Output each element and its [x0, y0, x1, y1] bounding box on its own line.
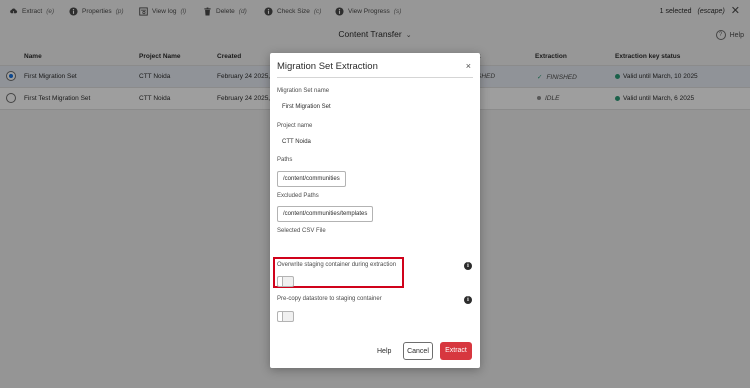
- migration-set-name-label: Migration Set name: [277, 88, 330, 94]
- toggle-knob: [278, 312, 283, 321]
- precopy-toggle[interactable]: [277, 311, 294, 322]
- migration-set-name-value: First Migration Set: [282, 104, 331, 110]
- info-icon[interactable]: i: [464, 296, 472, 304]
- project-name-value: CTT Noida: [282, 139, 311, 145]
- excluded-paths-label: Excluded Paths: [277, 193, 319, 199]
- excluded-paths-field: /content/communities/templates: [277, 206, 374, 222]
- project-name-label: Project name: [277, 123, 313, 129]
- overwrite-label: Overwrite staging container during extra…: [277, 262, 397, 268]
- selected-csv-label: Selected CSV File: [277, 228, 326, 234]
- dialog-divider: [277, 77, 473, 78]
- paths-label: Paths: [277, 157, 293, 163]
- overwrite-toggle[interactable]: [277, 276, 294, 287]
- dialog-close-icon[interactable]: ×: [466, 61, 471, 71]
- migration-set-extraction-dialog: Migration Set Extraction × Migration Set…: [270, 53, 480, 368]
- cancel-button[interactable]: Cancel: [403, 342, 433, 360]
- toggle-knob: [278, 277, 283, 286]
- dialog-help-button[interactable]: Help: [377, 348, 391, 355]
- precopy-label: Pre-copy datastore to staging container: [277, 296, 382, 302]
- dialog-title: Migration Set Extraction: [277, 61, 378, 72]
- info-icon[interactable]: i: [464, 262, 472, 270]
- extract-button[interactable]: Extract: [440, 342, 472, 360]
- paths-field: /content/communities: [277, 171, 346, 187]
